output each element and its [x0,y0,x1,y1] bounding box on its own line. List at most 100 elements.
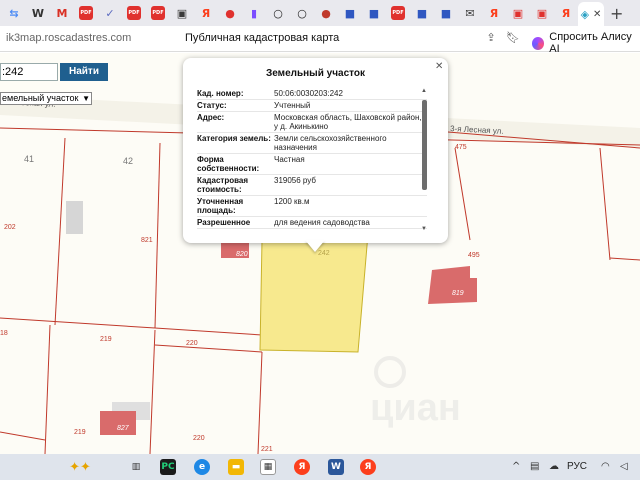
info-value: 50:06:0030203:242 [274,89,343,98]
info-value: Московская область, Шаховской район, у д… [274,113,422,131]
yandex-icon[interactable]: Я [199,6,213,20]
wikipedia-icon[interactable]: W [31,6,45,20]
pycharm-icon[interactable]: PC [160,459,176,475]
screen: ⇆ W M PDF ✓ PDF PDF ▣ Я ● ▮ ○ ○ ● ■ ■ PDF ■ ■ ✉ Я ▣ ▣ Я ◈ ✕ + ik3m… [0,0,640,480]
active-tab[interactable]: ◈ ✕ [578,2,604,26]
yandex-browser-icon[interactable]: Я [360,459,376,475]
scroll-down-icon[interactable]: ▼ [421,226,427,232]
info-key: Адрес: [197,113,225,122]
square-icon[interactable]: ▣ [175,6,189,20]
info-row: Кадастровая стоимость: 319056 руб [197,175,427,196]
language-indicator[interactable]: РУС [567,461,587,472]
flag-ru-icon[interactable]: ■ [415,6,429,20]
record-icon[interactable]: ▣ [535,6,549,20]
info-key: Уточненная площадь: [197,197,244,215]
plot-label: 827 [117,425,130,432]
plot-label: 42 [123,156,133,166]
flag-ru-icon[interactable]: ■ [439,6,453,20]
plot-label: 220 [186,340,198,347]
search-input[interactable] [0,63,58,81]
building-819[interactable] [428,266,477,304]
plot-label: 495 [468,252,480,259]
plot-label: 202 [4,224,16,231]
chevron-down-icon: ▼ [82,94,90,103]
popup-pointer [305,240,325,252]
search-button[interactable]: Найти [60,63,108,81]
pdf-icon[interactable]: PDF [151,6,165,20]
info-key: Форма собственности: [197,155,260,173]
share-icon[interactable]: ⇪ [484,31,498,45]
pdf-icon[interactable]: PDF [391,6,405,20]
info-row: Адрес: Московская область, Шаховской райо… [197,112,427,133]
plot-label: 18 [0,330,8,337]
cloud-icon[interactable]: ☁ [549,461,559,472]
ring-icon[interactable]: ○ [271,6,285,20]
info-key: Кадастровая стоимость: [197,176,249,194]
word-icon[interactable]: W [328,459,344,475]
plot-label: 475 [455,144,467,151]
info-value: Частная [274,155,305,164]
flag-ru-icon[interactable]: ■ [367,6,381,20]
info-key: Разрешенное [197,218,251,227]
yandex-icon[interactable]: Я [294,459,310,475]
close-icon[interactable]: ✕ [435,61,443,72]
volume-icon[interactable]: ◁ [620,461,628,472]
info-value: Учтенный [274,101,311,110]
popup-info-table: Кад. номер: 50:06:0030203:242 Статус: Учтен… [197,88,427,234]
gmail-icon[interactable]: M [55,6,69,20]
translate-icon[interactable]: ⇆ [7,6,21,20]
info-row: Форма собственности: Частная [197,154,427,175]
info-key: Статус: [197,101,227,110]
network-icon[interactable]: ▤ [530,461,539,472]
store-icon[interactable]: ▦ [260,459,276,475]
plot-label: 41 [24,154,34,164]
plot-info-popup: Земельный участок ✕ Кад. номер: 50:06:003… [183,58,448,243]
edge-icon[interactable]: e [194,459,210,475]
info-value: Земли сельскохозяйственного назначения [274,134,387,152]
wifi-icon[interactable]: ◠ [601,461,610,472]
pdf-icon[interactable]: PDF [79,6,93,20]
yandex-icon[interactable]: Я [559,6,573,20]
info-value: для ведения садоводства [274,218,370,227]
map-tab-icon: ◈ [580,8,590,21]
pdf-icon[interactable]: PDF [127,6,141,20]
copilot-sparkle-icon[interactable]: ✦✦ [69,459,91,475]
plot-label: 820 [236,251,248,258]
flag-ru-icon[interactable]: ■ [343,6,357,20]
plot-label: 219 [74,429,86,436]
record-icon[interactable]: ▣ [511,6,525,20]
plot-label: 220 [193,435,205,442]
page-title: Публичная кадастровая карта [185,32,340,44]
info-value: 319056 руб [274,176,316,185]
yandex-icon[interactable]: Я [487,6,501,20]
info-row: Разрешенное для ведения садоводства [197,217,427,229]
info-value: 1200 кв.м [274,197,310,206]
new-tab-button[interactable]: + [610,4,623,23]
ask-alisa-button[interactable]: Спросить Алису AI [532,31,640,55]
popup-title: Земельный участок [265,68,366,79]
alisa-icon [532,36,545,50]
task-view-icon[interactable]: ▥ [128,459,144,475]
building [66,201,83,234]
plot-label: 821 [141,237,153,244]
close-tab-icon[interactable]: ✕ [593,9,601,20]
stats-icon[interactable]: ▮ [247,6,261,20]
bird-icon[interactable]: ✓ [103,6,117,20]
avatar-icon[interactable]: ● [319,6,333,20]
bookmark-icon[interactable]: 🔖︎ [506,31,520,45]
ring-icon[interactable]: ○ [295,6,309,20]
scroll-up-icon[interactable]: ▲ [421,88,427,94]
popup-scrollbar[interactable] [422,100,427,190]
file-explorer-icon[interactable]: ▬ [228,459,244,475]
watermark-text: циан [370,387,461,429]
chevron-up-icon[interactable]: ^ [512,461,520,472]
mail-icon[interactable]: ✉ [463,6,477,20]
red-dot-icon[interactable]: ● [223,6,237,20]
info-key: Категория земель: [197,134,271,143]
url-text[interactable]: ik3map.roscadastres.com [6,32,131,44]
select-value: емельный участок [2,93,79,103]
object-type-select[interactable]: емельный участок ▼ [0,92,92,105]
info-key: Кад. номер: [197,89,244,98]
alisa-label: Спросить Алису AI [549,31,632,55]
info-row: Уточненная площадь: 1200 кв.м [197,196,427,217]
